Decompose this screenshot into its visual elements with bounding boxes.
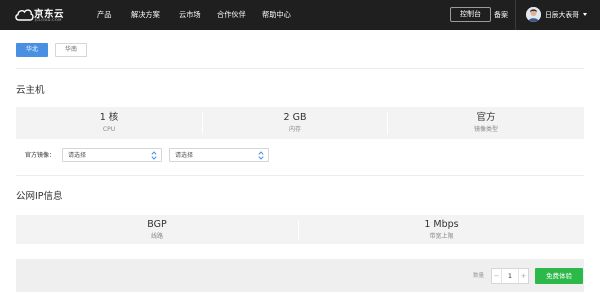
bandwidth-value: 1 Mbps xyxy=(424,219,459,230)
console-button[interactable]: 控制台 xyxy=(450,7,491,22)
line-spec: BGP 线路 xyxy=(16,215,298,244)
ip-section-title: 公网IP信息 xyxy=(16,191,63,202)
image-os-select[interactable]: 请选择 xyxy=(62,148,162,162)
section-divider xyxy=(16,68,584,69)
quantity-value[interactable]: 1 xyxy=(502,269,518,283)
brand-domain: JCLOUD.COM xyxy=(35,17,62,22)
user-avatar[interactable] xyxy=(526,7,541,22)
select-arrows-icon xyxy=(151,151,157,160)
user-name[interactable]: 日辰大表哥 xyxy=(545,10,579,20)
quantity-label: 数量 xyxy=(473,273,485,279)
bandwidth-label: 带宽上限 xyxy=(429,233,454,240)
line-label: 线路 xyxy=(150,233,163,240)
image-version-select-value: 请选择 xyxy=(175,152,194,159)
user-menu-caret-icon[interactable] xyxy=(583,13,587,16)
free-trial-button[interactable]: 免费体验 xyxy=(535,268,583,284)
image-type-label: 镜像类型 xyxy=(473,126,498,133)
region-tab-north[interactable]: 华北 xyxy=(16,43,48,57)
quantity-decrement-button[interactable]: − xyxy=(492,269,502,283)
nav-marketplace[interactable]: 云市场 xyxy=(179,10,201,20)
jdcloud-logo[interactable]: 京东云 JCLOUD.COM xyxy=(14,6,64,24)
select-arrows-icon xyxy=(258,151,264,160)
image-type-spec: 官方 镜像类型 xyxy=(388,107,584,139)
image-os-select-value: 请选择 xyxy=(68,152,87,159)
section-divider xyxy=(16,175,584,176)
cpu-label: CPU xyxy=(102,126,116,133)
memory-value: 2 GB xyxy=(283,112,307,123)
line-value: BGP xyxy=(147,219,167,230)
nav-solutions[interactable]: 解决方案 xyxy=(131,10,160,20)
nav-help-center[interactable]: 帮助中心 xyxy=(262,10,291,20)
cloud-logo-icon xyxy=(15,9,34,21)
memory-label: 内存 xyxy=(288,126,301,133)
cpu-value: 1 核 xyxy=(99,112,119,123)
cpu-spec: 1 核 CPU xyxy=(16,107,202,139)
image-version-select[interactable]: 请选择 xyxy=(169,148,269,162)
memory-spec: 2 GB 内存 xyxy=(203,107,387,139)
nav-products[interactable]: 产品 xyxy=(97,10,111,20)
avatar-image-icon xyxy=(526,7,541,22)
vm-spec-band: 1 核 CPU 2 GB 内存 官方 镜像类型 xyxy=(16,107,584,139)
bandwidth-spec: 1 Mbps 带宽上限 xyxy=(299,215,584,244)
official-image-label: 官方镜像： xyxy=(25,152,56,159)
top-navbar: 京东云 JCLOUD.COM 产品 解决方案 云市场 合作伙伴 帮助中心 控制台… xyxy=(0,0,600,30)
region-tab-south[interactable]: 华南 xyxy=(55,43,87,57)
beian-link[interactable]: 备案 xyxy=(494,10,508,20)
vm-section-title: 云主机 xyxy=(16,85,45,96)
nav-partners[interactable]: 合作伙伴 xyxy=(217,10,246,20)
quantity-increment-button[interactable]: + xyxy=(518,269,528,283)
ip-spec-band: BGP 线路 1 Mbps 带宽上限 xyxy=(16,215,584,244)
nav-divider xyxy=(515,0,516,30)
quantity-stepper[interactable]: − 1 + xyxy=(491,268,529,284)
image-type-value: 官方 xyxy=(476,112,496,123)
